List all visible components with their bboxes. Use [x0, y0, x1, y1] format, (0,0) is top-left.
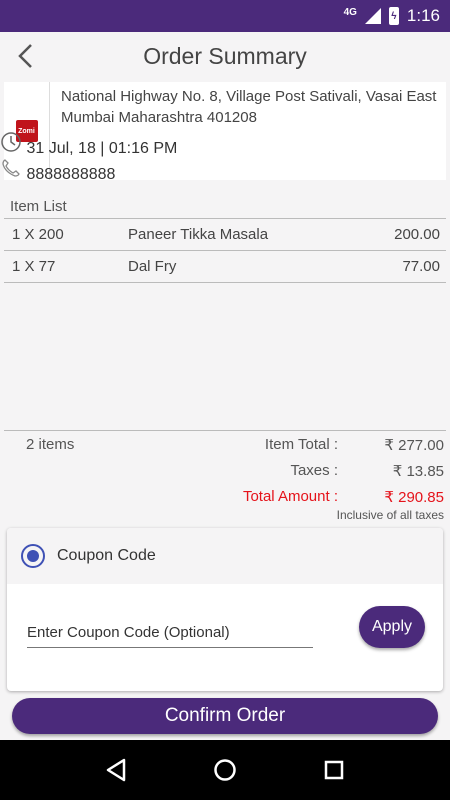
- coupon-code-input[interactable]: Enter Coupon Code (Optional): [27, 622, 313, 648]
- item-name: Paneer Tikka Masala: [128, 226, 269, 243]
- arrow-back-icon: [18, 44, 32, 68]
- total-amount-label: Total Amount :: [242, 488, 338, 505]
- list-item: 1 X 77 Dal Fry 77.00: [4, 251, 446, 283]
- status-bar: 4G ϟ 1:16: [0, 0, 450, 32]
- item-qty: 1 X 77: [12, 258, 56, 275]
- taxes-value: ₹ 13.85: [392, 463, 444, 480]
- triangle-back-icon: [107, 758, 126, 782]
- coupon-card: Coupon Code Enter Coupon Code (Optional)…: [7, 528, 443, 691]
- order-datetime-row: 31 Jul, 18 | 01:16 PM: [0, 131, 177, 158]
- apply-coupon-button[interactable]: Apply: [359, 606, 425, 648]
- item-total-value: ₹ 277.00: [384, 437, 444, 454]
- item-price: 200.00: [394, 226, 440, 243]
- item-price: 77.00: [402, 258, 440, 275]
- taxes-row: Taxes : ₹ 13.85: [146, 462, 446, 486]
- item-name: Dal Fry: [128, 258, 177, 275]
- system-nav-bar: [0, 740, 450, 800]
- coupon-label: Coupon Code: [57, 547, 156, 564]
- phone-row: 8888888888: [0, 157, 115, 184]
- nav-home-button[interactable]: [205, 750, 245, 790]
- nav-back-button[interactable]: [96, 750, 136, 790]
- coupon-radio[interactable]: [21, 544, 45, 568]
- circle-home-icon: [214, 759, 236, 781]
- app-bar: Order Summary: [0, 32, 450, 80]
- nav-recents-button[interactable]: [314, 750, 354, 790]
- battery-charging-icon: ϟ: [388, 7, 399, 25]
- list-item: 1 X 200 Paneer Tikka Masala 200.00: [4, 219, 446, 251]
- total-amount-value: ₹ 290.85: [384, 489, 444, 506]
- item-list: 1 X 200 Paneer Tikka Masala 200.00 1 X 7…: [4, 218, 446, 283]
- phone-icon: [2, 159, 20, 177]
- item-total-label: Item Total :: [264, 436, 338, 453]
- confirm-order-button[interactable]: Confirm Order: [12, 698, 438, 734]
- coupon-header[interactable]: Coupon Code: [7, 528, 443, 584]
- delivery-address: National Highway No. 8, Village Post Sat…: [61, 88, 437, 126]
- item-qty: 1 X 200: [12, 226, 64, 243]
- item-total-row: Item Total : ₹ 277.00: [146, 436, 446, 460]
- network-type: 4G: [343, 6, 357, 18]
- clock-icon: [1, 132, 21, 152]
- signal-icon: [364, 8, 381, 24]
- tax-note: Inclusive of all taxes: [336, 508, 444, 522]
- back-button[interactable]: [8, 38, 44, 74]
- item-count: 2 items: [26, 436, 75, 453]
- item-list-label: Item List: [10, 198, 67, 215]
- order-datetime: 31 Jul, 18 | 01:16 PM: [26, 140, 178, 157]
- order-totals: 2 items Item Total : ₹ 277.00 Taxes : ₹ …: [4, 430, 446, 526]
- phone-number: 8888888888: [26, 166, 116, 183]
- page-title: Order Summary: [143, 42, 307, 69]
- clock: 1:16: [406, 6, 440, 25]
- taxes-label: Taxes :: [290, 462, 338, 479]
- square-recents-icon: [324, 760, 343, 780]
